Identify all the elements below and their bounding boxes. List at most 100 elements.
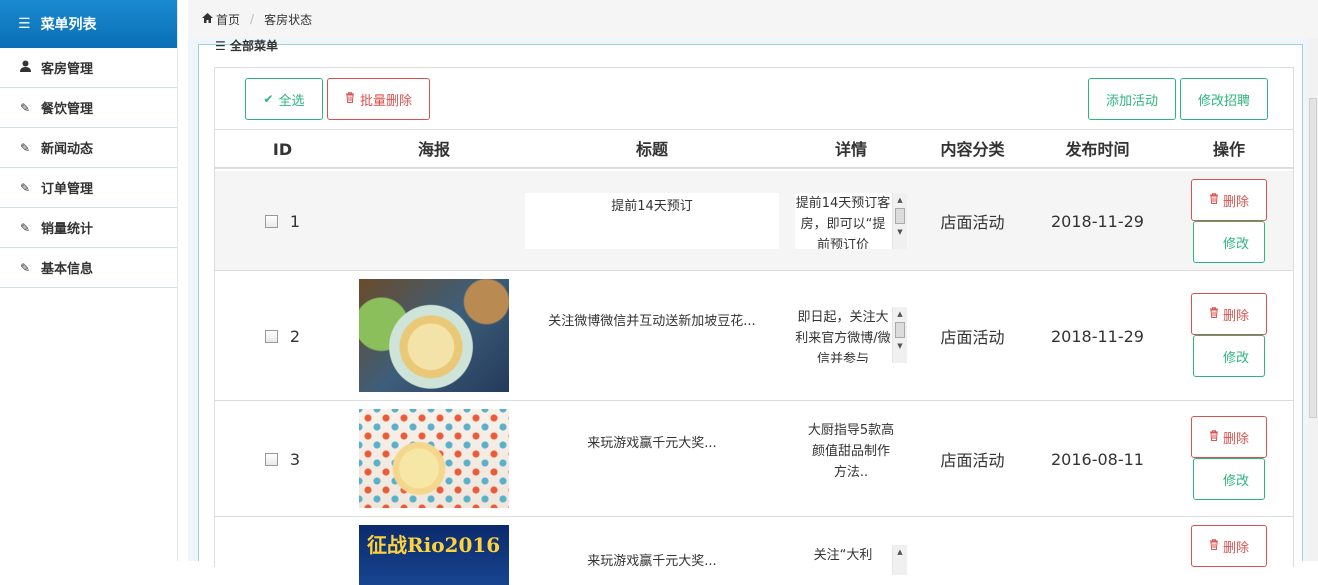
select-all-label: 全选 [278, 93, 305, 109]
page-scrollbar[interactable] [1308, 38, 1318, 561]
poster-text: 征战Rio2016 [367, 533, 501, 557]
delete-button[interactable]: 删除 [1191, 416, 1267, 458]
content-area: ☰ 全部菜单 ✔ 全选 批量删除 添加活动 修改招聘 ID 海报 标题 详情 内… [188, 38, 1318, 585]
edit-icon: ✎ [19, 220, 31, 235]
delete-button[interactable]: 删除 [1191, 293, 1267, 335]
sidebar-item-label: 餐饮管理 [41, 102, 94, 117]
panel-inner: ✔ 全选 批量删除 添加活动 修改招聘 ID 海报 标题 详情 内容分类 发布时… [214, 67, 1294, 585]
poster-image [359, 279, 509, 392]
row-date: 2018-11-29 [1051, 211, 1144, 231]
row-detail: 即日起，关注大利来官方微博/微信并参与 [795, 310, 891, 363]
row-detail: 关注“大利 [813, 548, 873, 563]
edit-button[interactable]: 修改 [1193, 221, 1265, 263]
edit-icon: ✎ [19, 100, 31, 115]
table-row: 1 提前14天预订 提前14天预订客房，即可以“提前预订价 ▲ ▼ 店面活动 2… [215, 171, 1293, 271]
detail-scrollbar[interactable]: ▲ ▼ [892, 193, 907, 249]
edit-icon: ✎ [19, 260, 31, 275]
home-icon [202, 12, 213, 26]
scroll-thumb[interactable] [895, 322, 905, 338]
sidebar-item-orders[interactable]: ✎ 订单管理 [0, 168, 177, 208]
breadcrumb-home[interactable]: 首页 [216, 11, 240, 28]
row-title: 来玩游戏赢千元大奖... [587, 435, 717, 451]
scroll-up-icon[interactable]: ▲ [893, 193, 907, 207]
trash-icon [1209, 192, 1219, 208]
breadcrumb-current: 客房状态 [264, 12, 313, 27]
panel-title: ☰ 全部菜单 [215, 39, 278, 59]
header-actions: 操作 [1212, 140, 1245, 159]
scroll-thumb[interactable] [895, 208, 905, 224]
row-id-cell: 3 [245, 401, 320, 517]
edit-button[interactable]: 修改 [1193, 335, 1265, 377]
sidebar-header: ☰ 菜单列表 [0, 0, 177, 48]
row-title: 关注微博微信并互动送新加坡豆花... [548, 313, 756, 329]
row-detail-box: 大厨指导5款高颜值甜品制作方法.. [795, 423, 907, 480]
row-detail: 大厨指导5款高颜值甜品制作方法.. [807, 422, 895, 480]
row-title: 提前14天预订 [525, 193, 779, 249]
header-detail: 详情 [834, 140, 867, 159]
header-category: 内容分类 [940, 140, 1005, 159]
scroll-up-icon[interactable]: ▲ [893, 307, 907, 321]
row-id: 1 [289, 211, 301, 231]
row-detail-box[interactable]: 即日起，关注大利来官方微博/微信并参与 ▲ ▼ [795, 307, 907, 363]
trash-icon [1209, 538, 1219, 554]
edit-icon: ✎ [19, 180, 31, 195]
check-icon: ✔ [263, 92, 274, 106]
edit-recruit-button[interactable]: 修改招聘 [1180, 78, 1268, 120]
delete-button[interactable]: 删除 [1191, 179, 1267, 221]
select-all-button[interactable]: ✔ 全选 [245, 78, 323, 120]
sidebar-item-info[interactable]: ✎ 基本信息 [0, 248, 177, 288]
sidebar-item-label: 客房管理 [41, 62, 94, 77]
row-detail-box[interactable]: 关注“大利 ▲ [795, 545, 907, 575]
list-icon: ☰ [215, 39, 226, 53]
row-checkbox[interactable] [264, 214, 278, 228]
page-scroll-thumb[interactable] [1309, 98, 1317, 418]
row-id: 2 [289, 326, 301, 346]
poster-image: 征战Rio2016 [359, 525, 509, 585]
menu-panel: ☰ 全部菜单 ✔ 全选 批量删除 添加活动 修改招聘 ID 海报 标题 详情 内… [198, 39, 1303, 585]
scroll-down-icon[interactable]: ▼ [893, 225, 907, 239]
row-category: 店面活动 [940, 328, 1005, 347]
batch-delete-label: 批量删除 [359, 93, 412, 109]
delete-label: 删除 [1222, 540, 1249, 556]
row-checkbox[interactable] [264, 452, 278, 466]
add-activity-button[interactable]: 添加活动 [1088, 78, 1176, 120]
row-date: 2018-11-29 [1051, 326, 1144, 346]
trash-icon [345, 92, 355, 106]
row-detail: 提前14天预订客房，即可以“提前预订价 [795, 196, 891, 249]
header-date: 发布时间 [1065, 140, 1130, 159]
panel-title-label: 全部菜单 [229, 39, 278, 53]
row-checkbox[interactable] [264, 329, 278, 343]
header-id: ID [272, 140, 293, 159]
sidebar-header-label: 菜单列表 [40, 17, 97, 33]
batch-delete-button[interactable]: 批量删除 [327, 78, 430, 120]
sidebar-item-label: 订单管理 [41, 182, 94, 197]
scroll-down-icon[interactable]: ▼ [893, 339, 907, 353]
trash-icon [1209, 429, 1219, 445]
row-category: 店面活动 [940, 213, 1005, 232]
sidebar-item-sales[interactable]: ✎ 销量统计 [0, 208, 177, 248]
delete-label: 删除 [1222, 308, 1249, 324]
sidebar-item-news[interactable]: ✎ 新闻动态 [0, 128, 177, 168]
row-id-cell: 2 [245, 271, 320, 401]
edit-button[interactable]: 修改 [1193, 458, 1265, 500]
user-icon [18, 60, 32, 75]
detail-scrollbar[interactable]: ▲ ▼ [892, 307, 907, 363]
detail-scrollbar[interactable]: ▲ [892, 545, 907, 575]
scroll-up-icon[interactable]: ▲ [893, 545, 907, 559]
sidebar-item-catering[interactable]: ✎ 餐饮管理 [0, 88, 177, 128]
edit-recruit-label: 修改招聘 [1197, 93, 1250, 109]
row-category: 店面活动 [940, 451, 1005, 470]
sidebar-item-rooms[interactable]: 客房管理 [0, 48, 177, 88]
breadcrumb: 首页 / 客房状态 [188, 0, 1318, 38]
header-poster: 海报 [417, 140, 450, 159]
trash-icon [1209, 306, 1219, 322]
row-date: 2016-08-11 [1051, 449, 1144, 469]
header-title: 标题 [635, 140, 668, 159]
sidebar-item-label: 新闻动态 [41, 142, 94, 157]
row-id-cell: 1 [245, 171, 320, 271]
table-row: 2 关注微博微信并互动送新加坡豆花... 即日起，关注大利来官方微博/微信并参与… [215, 271, 1293, 401]
sidebar-item-label: 基本信息 [41, 262, 94, 277]
table-row: 征战Rio2016 来玩游戏赢千元大奖... 关注“大利 ▲ 删除 [215, 517, 1293, 585]
row-detail-box[interactable]: 提前14天预订客房，即可以“提前预订价 ▲ ▼ [795, 193, 907, 249]
row-title: 来玩游戏赢千元大奖... [587, 553, 717, 569]
